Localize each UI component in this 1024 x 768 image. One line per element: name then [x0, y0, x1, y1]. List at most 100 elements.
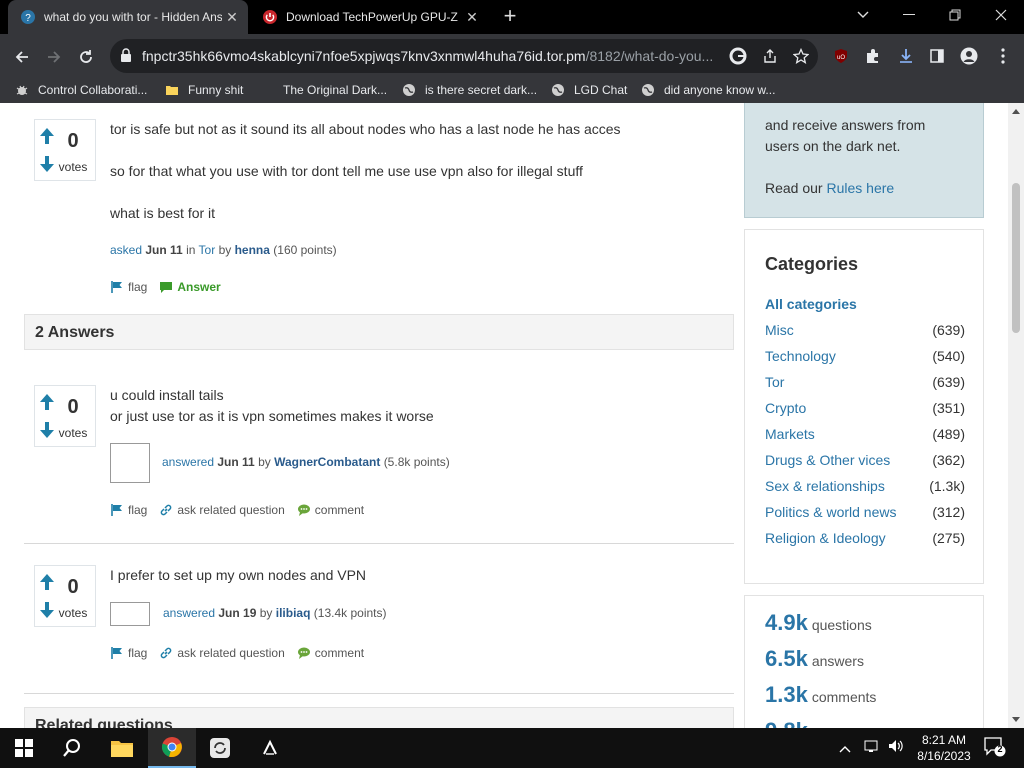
share-icon[interactable] [761, 47, 779, 65]
page-scrollbar[interactable] [1008, 103, 1024, 728]
flag-button[interactable]: flag [110, 646, 147, 660]
terminal-app-icon[interactable] [246, 728, 294, 768]
ask-related-button[interactable]: ask related question [159, 503, 285, 517]
lock-icon[interactable] [120, 48, 132, 62]
ublock-icon[interactable]: uO [832, 47, 850, 65]
scroll-down-icon[interactable] [1012, 717, 1020, 722]
category-link[interactable]: Tor [199, 243, 216, 257]
category-all[interactable]: All categories [765, 296, 965, 312]
tab-favicon-icon: ? [21, 10, 35, 24]
answered-link[interactable]: answered [162, 455, 214, 469]
taskbar-clock[interactable]: 8:21 AM 8/16/2023 [912, 732, 976, 764]
extensions-icon[interactable] [864, 47, 882, 65]
minimize-button[interactable] [886, 0, 932, 30]
address-bar[interactable]: fnpctr35hk66vmo4skablcyni7nfoe5xpjwqs7kn… [110, 39, 818, 73]
tab-search-icon[interactable] [840, 0, 886, 30]
search-icon[interactable] [48, 728, 96, 768]
tab-close-icon[interactable]: ✕ [462, 9, 482, 26]
avatar[interactable] [110, 602, 150, 626]
asked-date: Jun 11 [145, 243, 183, 257]
answer-meta: answered Jun 19 by ilibiaq (13.4k points… [163, 606, 387, 620]
bug-icon [14, 82, 30, 98]
windows-start-icon[interactable] [0, 728, 48, 768]
reload-icon[interactable] [73, 44, 99, 70]
bookmark-did-anyone-know[interactable]: did anyone know w... [640, 82, 775, 98]
new-tab-button[interactable]: + [498, 5, 522, 29]
bookmark-star-icon[interactable] [792, 47, 810, 65]
vote-down-icon[interactable] [39, 602, 55, 618]
close-window-button[interactable] [978, 0, 1024, 30]
flag-button[interactable]: flag [110, 280, 147, 294]
tab-close-icon[interactable]: ✕ [222, 9, 242, 26]
asked-link[interactable]: asked [110, 243, 142, 257]
flag-icon [111, 504, 122, 516]
blank-page-icon [259, 82, 275, 98]
url-text: fnpctr35hk66vmo4skablcyni7nfoe5xpjwqs7kn… [142, 48, 714, 64]
windows-taskbar: 8:21 AM 8/16/2023 2 [0, 728, 1024, 768]
category-item[interactable]: Politics & world news (312) [765, 504, 965, 520]
tab-title: what do you with tor - Hidden Answers [44, 10, 222, 24]
profile-icon[interactable] [960, 47, 978, 65]
menu-kebab-icon[interactable] [994, 47, 1012, 65]
bookmark-funny-shit[interactable]: Funny shit [164, 82, 243, 98]
bookmark-original-dark[interactable]: The Original Dark... [259, 82, 387, 98]
link-icon [161, 647, 172, 659]
rules-line: Read our Rules here [765, 180, 895, 196]
back-icon[interactable] [9, 44, 35, 70]
user-link[interactable]: ilibiaq [276, 606, 311, 620]
category-item[interactable]: Technology (540) [765, 348, 965, 364]
file-explorer-icon[interactable] [98, 728, 146, 768]
network-icon[interactable] [864, 738, 880, 757]
categories-title: Categories [765, 254, 859, 274]
category-item[interactable]: Crypto (351) [765, 400, 965, 416]
svg-text:?: ? [25, 13, 31, 24]
chrome-taskbar-icon[interactable] [148, 728, 196, 768]
info-text: users on the dark net. [765, 138, 901, 154]
notification-count: 2 [997, 744, 1003, 754]
rules-link[interactable]: Rules here [826, 180, 894, 196]
avatar[interactable] [110, 443, 150, 483]
scrollbar-thumb[interactable] [1012, 183, 1020, 333]
tab-gpuz[interactable]: Download TechPowerUp GPU-Z ✕ [250, 0, 488, 34]
vote-down-icon[interactable] [39, 156, 55, 172]
comment-icon [297, 647, 310, 659]
vote-up-icon[interactable] [39, 128, 55, 144]
ask-related-button[interactable]: ask related question [159, 646, 285, 660]
category-item[interactable]: Markets (489) [765, 426, 965, 442]
chevron-up-icon[interactable] [839, 740, 851, 756]
category-item[interactable]: Sex & relationships (1.3k) [765, 478, 965, 494]
bookmark-control-collaborative[interactable]: Control Collaborati... [14, 82, 147, 98]
answered-link[interactable]: answered [163, 606, 215, 620]
comment-icon [297, 504, 310, 516]
answer-actions: flag ask related question comment [110, 646, 376, 660]
category-item[interactable]: Tor (639) [765, 374, 965, 390]
category-item[interactable]: Religion & Ideology (275) [765, 530, 965, 546]
bookmark-lgd-chat[interactable]: LGD Chat [550, 82, 627, 98]
scroll-up-icon[interactable] [1012, 109, 1020, 114]
download-icon[interactable] [897, 47, 915, 65]
side-panel-icon[interactable] [928, 47, 946, 65]
user-link[interactable]: henna [235, 243, 270, 257]
bookmark-secret-dark[interactable]: is there secret dark... [401, 82, 537, 98]
vote-up-icon[interactable] [39, 394, 55, 410]
flag-button[interactable]: flag [110, 503, 147, 517]
forward-icon[interactable] [41, 44, 67, 70]
svg-text:uO: uO [837, 55, 845, 61]
volume-icon[interactable] [888, 738, 904, 757]
google-lens-icon[interactable] [729, 47, 747, 65]
speech-bubble-icon [160, 282, 173, 293]
globe-icon [640, 82, 656, 98]
category-item[interactable]: Drugs & Other vices (362) [765, 452, 965, 468]
user-link[interactable]: WagnerCombatant [274, 455, 380, 469]
comment-button[interactable]: comment [297, 646, 364, 660]
app-sync-icon[interactable] [196, 728, 244, 768]
comment-button[interactable]: comment [297, 503, 364, 517]
vote-down-icon[interactable] [39, 422, 55, 438]
category-item[interactable]: Misc (639) [765, 322, 965, 338]
notification-icon[interactable]: 2 [984, 737, 1006, 760]
answer-text-line: I prefer to set up my own nodes and VPN [110, 567, 367, 583]
answer-button[interactable]: Answer [159, 280, 221, 294]
restore-button[interactable] [932, 0, 978, 30]
vote-up-icon[interactable] [39, 574, 55, 590]
tab-hidden-answers[interactable]: ? what do you with tor - Hidden Answers … [8, 0, 248, 34]
